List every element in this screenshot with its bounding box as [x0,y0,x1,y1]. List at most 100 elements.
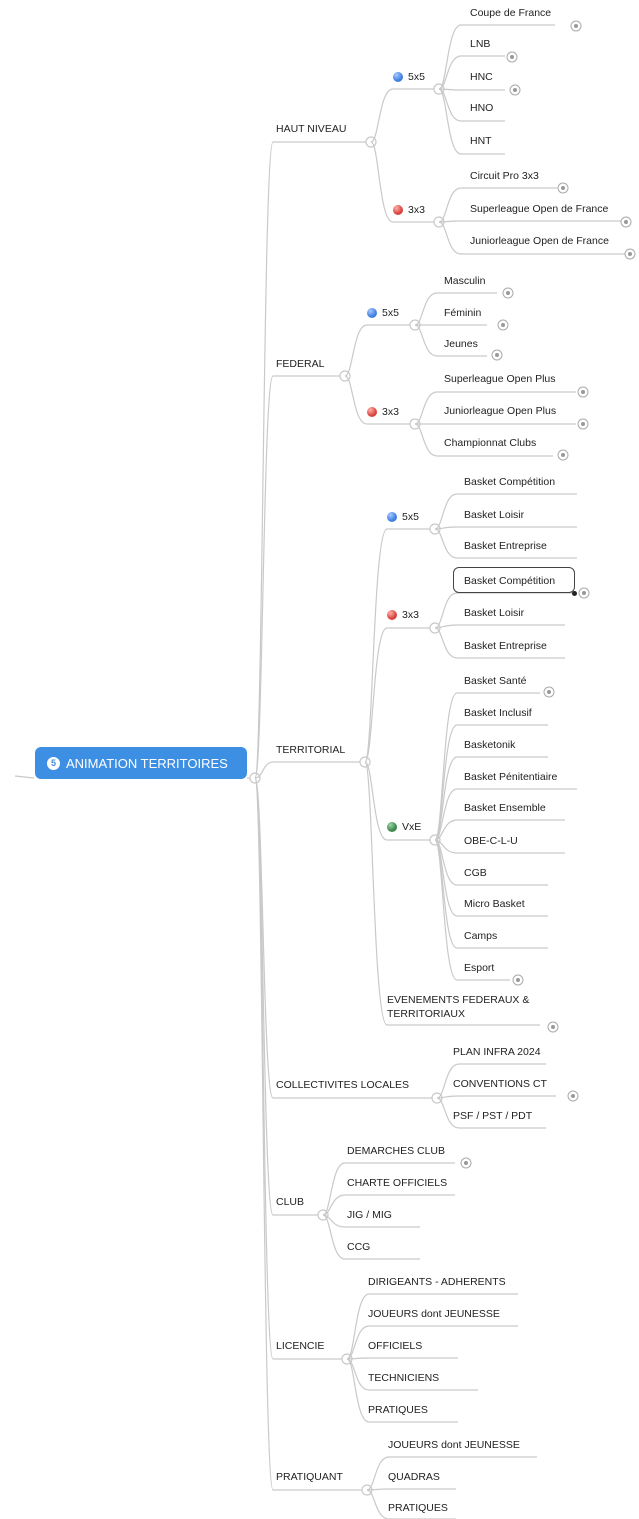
connector-line [344,375,410,425]
leaf-haut-niveau-3x3[interactable]: Superleague Open de France [470,202,608,216]
connector-line [434,526,577,530]
group-territorial-5x5[interactable]: 5x5 [402,510,419,524]
leaf-pratiquant[interactable]: JOUEURS dont JEUNESSE [388,1438,520,1452]
expand-toggle-icon [460,1157,472,1169]
leaf-territorial-vxe[interactable]: Camps [464,929,497,943]
leaf-club[interactable]: JIG / MIG [347,1208,392,1222]
leaf-haut-niveau-3x3[interactable]: Circuit Pro 3x3 [470,169,539,183]
leaf-pratiquant[interactable]: PRATIQUES [388,1501,448,1515]
leaf-club[interactable]: DEMARCHES CLUB [347,1144,445,1158]
leaf-territorial-3x3-selected[interactable]: Basket Compétition [464,574,555,588]
leaf-territorial-5x5[interactable]: Basket Compétition [464,475,555,489]
leaf-territorial-vxe[interactable]: Basket Ensemble [464,801,546,815]
connector-line [436,1095,556,1099]
leaf-territorial-vxe[interactable]: Basketonik [464,738,515,752]
leaf-territorial-vxe[interactable]: Basket Pénitentiaire [464,770,557,784]
connector-line [438,88,505,91]
connector-line [346,1357,458,1360]
expand-toggle-icon [497,319,509,331]
expand-toggle-icon [577,418,589,430]
leaf-territorial-vxe[interactable]: Esport [464,961,494,975]
branch-licencie[interactable]: LICENCIE [276,1339,324,1353]
leaf-federal-5x5[interactable]: Féminin [444,306,481,320]
group-federal-5x5[interactable]: 5x5 [382,306,399,320]
blue-ball-icon [393,72,403,82]
expand-toggle-icon [577,386,589,398]
branch-collectivites-locales[interactable]: COLLECTIVITES LOCALES [276,1078,409,1092]
leaf-federal-5x5[interactable]: Masculin [444,274,485,288]
blue-ball-icon [367,308,377,318]
expand-toggle-icon [567,1090,579,1102]
leaf-territorial-3x3[interactable]: Basket Entreprise [464,639,547,653]
branch-federal[interactable]: FEDERAL [276,357,324,371]
leaf-territorial-vxe[interactable]: CGB [464,866,487,880]
leaf-federal-3x3[interactable]: Championnat Clubs [444,436,536,450]
leaf-licencie[interactable]: OFFICIELS [368,1339,422,1353]
connector-line [370,88,434,143]
branch-club[interactable]: CLUB [276,1195,304,1209]
leaf-territorial-vxe[interactable]: Basket Santé [464,674,526,688]
leaf-licencie[interactable]: JOUEURS dont JEUNESSE [368,1307,500,1321]
leaf-federal-3x3[interactable]: Superleague Open Plus [444,372,556,386]
group-territorial-3x3[interactable]: 3x3 [402,608,419,622]
branch-pratiquant[interactable]: PRATIQUANT [276,1470,343,1484]
child-count-badge: 5 [47,756,60,770]
expand-toggle-icon [509,84,521,96]
leaf-territorial-vxe[interactable]: Micro Basket [464,897,525,911]
leaf-territorial-vxe[interactable]: Basket Inclusif [464,706,532,720]
expand-toggle-icon [491,349,503,361]
leaf-licencie[interactable]: PRATIQUES [368,1403,428,1417]
leaf-federal-3x3[interactable]: Juniorleague Open Plus [444,404,556,418]
root-node-label: ANIMATION TERRITOIRES [66,755,228,771]
connector-line [366,1488,456,1491]
expand-toggle-icon [512,974,524,986]
blue-ball-icon [387,512,397,522]
red-ball-icon [367,407,377,417]
expand-toggle-icon [570,20,582,32]
leaf-licencie[interactable]: DIRIGEANTS - ADHERENTS [368,1275,506,1289]
leaf-territorial-5x5[interactable]: Basket Entreprise [464,539,547,553]
connector-line [14,775,35,779]
leaf-haut-niveau-5x5[interactable]: Coupe de France [470,6,551,20]
leaf-territorial-vxe[interactable]: OBE-C-L-U [464,834,518,848]
leaf-haut-niveau-5x5[interactable]: LNB [470,37,490,51]
expand-toggle-icon [557,182,569,194]
leaf-club[interactable]: CCG [347,1240,370,1254]
red-ball-icon [393,205,403,215]
expand-toggle-icon [506,51,518,63]
leaf-haut-niveau-5x5[interactable]: HNC [470,70,493,84]
leaf-licencie[interactable]: TECHNICIENS [368,1371,439,1385]
group-federal-3x3[interactable]: 3x3 [382,405,399,419]
leaf-haut-niveau-5x5[interactable]: HNO [470,101,493,115]
selection-handle[interactable] [572,591,577,596]
connector-line [254,141,366,779]
expand-toggle-icon [547,1021,559,1033]
connector-line [364,627,430,763]
connector-line [438,220,630,223]
leaf-haut-niveau-5x5[interactable]: HNT [470,134,492,148]
leaf-collectivites[interactable]: PLAN INFRA 2024 [453,1045,541,1059]
leaf-club[interactable]: CHARTE OFFICIELS [347,1176,447,1190]
branch-territorial[interactable]: TERRITORIAL [276,743,345,757]
leaf-collectivites[interactable]: CONVENTIONS CT [453,1077,547,1091]
connector-line [254,375,340,779]
group-territorial-events-line2[interactable]: TERRITORIAUX [387,1007,465,1021]
leaf-pratiquant[interactable]: QUADRAS [388,1470,440,1484]
red-ball-icon [387,610,397,620]
root-node[interactable]: 5 ANIMATION TERRITOIRES [35,747,247,779]
expand-toggle-icon [557,449,569,461]
connector-line [364,528,430,763]
leaf-federal-5x5[interactable]: Jeunes [444,337,478,351]
group-territorial-vxe[interactable]: VxE [402,820,421,834]
leaf-haut-niveau-3x3[interactable]: Juniorleague Open de France [470,234,609,248]
green-ball-icon [387,822,397,832]
group-haut-niveau-5x5[interactable]: 5x5 [408,70,425,84]
connector-line [344,324,410,377]
branch-haut-niveau[interactable]: HAUT NIVEAU [276,122,346,136]
leaf-territorial-5x5[interactable]: Basket Loisir [464,508,524,522]
leaf-territorial-3x3[interactable]: Basket Loisir [464,606,524,620]
leaf-collectivites[interactable]: PSF / PST / PDT [453,1109,532,1123]
connector-line [434,624,565,629]
group-haut-niveau-3x3[interactable]: 3x3 [408,203,425,217]
group-territorial-events[interactable]: EVENEMENTS FEDERAUX & [387,993,529,1007]
